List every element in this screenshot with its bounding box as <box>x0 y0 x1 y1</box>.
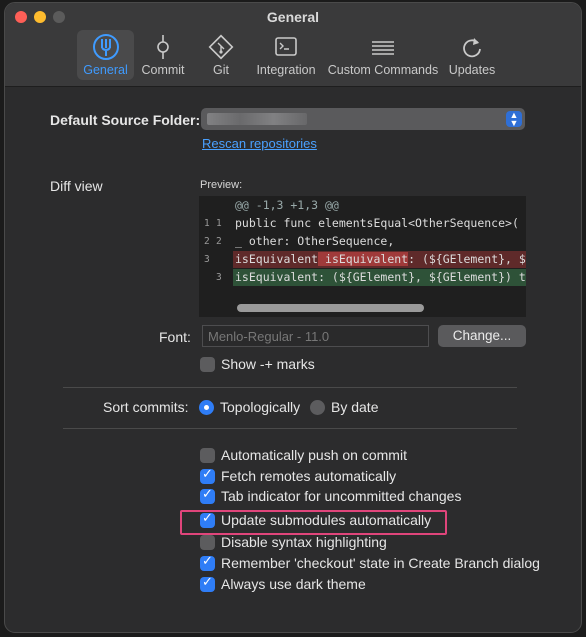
sort-by-date-radio[interactable] <box>310 400 325 415</box>
remember-checkout-label: Remember 'checkout' state in Create Bran… <box>221 555 540 571</box>
auto-push-label: Automatically push on commit <box>221 447 407 463</box>
diff-deleted-suffix: : (${GElement}, $ <box>408 252 526 266</box>
diff-added-line: 3 isEquivalent: (${GElement}, ${GElement… <box>199 269 526 286</box>
diff-deleted-line: 3 isEquivalent isEquivalent: (${GElement… <box>199 251 526 268</box>
new-line-number: 1 <box>216 218 222 229</box>
tab-updates[interactable]: Updates <box>445 30 499 80</box>
old-line-number: 3 <box>204 254 210 265</box>
general-icon <box>77 33 134 61</box>
tab-git-label: Git <box>213 63 229 77</box>
disable-syntax-highlighting-label: Disable syntax highlighting <box>221 534 387 550</box>
source-folder-select[interactable]: ▲ ▼ <box>201 108 525 130</box>
sort-topologically-radio[interactable] <box>199 400 214 415</box>
tab-custom-commands-label: Custom Commands <box>327 63 439 77</box>
change-font-button[interactable]: Change... <box>438 325 526 347</box>
git-icon <box>201 33 241 61</box>
font-field: Menlo-Regular - 11.0 <box>202 325 429 347</box>
old-line-number: 2 <box>204 236 210 247</box>
sort-by-date-label: By date <box>331 399 379 415</box>
rescan-repositories-link[interactable]: Rescan repositories <box>202 136 317 151</box>
disable-syntax-highlighting-checkbox[interactable] <box>200 535 215 550</box>
tab-integration[interactable]: Integration <box>253 30 319 80</box>
diff-view-label: Diff view <box>50 178 103 194</box>
tab-indicator-checkbox[interactable] <box>200 487 215 504</box>
diff-line-text: _ other: OtherSequence, <box>235 234 395 248</box>
source-folder-label: Default Source Folder: <box>50 112 201 128</box>
update-submodules-label: Update submodules automatically <box>221 512 432 528</box>
fetch-remotes-label: Fetch remotes automatically <box>221 468 397 484</box>
diff-added-text: isEquivalent: (${GElement}, ${GElement})… <box>233 269 526 286</box>
old-line-number: 1 <box>204 218 210 229</box>
dark-theme-checkbox[interactable] <box>200 575 215 592</box>
auto-push-checkbox[interactable] <box>200 448 215 463</box>
tab-general[interactable]: General <box>77 30 134 80</box>
sort-commits-label: Sort commits: <box>103 399 189 415</box>
tab-custom-commands[interactable]: Custom Commands <box>327 30 439 80</box>
diff-line-text: public func elementsEqual<OtherSequence>… <box>235 216 519 230</box>
tab-updates-label: Updates <box>448 63 496 77</box>
diff-line: 22 _ other: OtherSequence, <box>199 233 526 250</box>
diff-preview: @@ -1,3 +1,3 @@ 11 public func elementsE… <box>199 196 526 317</box>
font-label: Font: <box>159 329 191 345</box>
diff-hunk-text: @@ -1,3 +1,3 @@ <box>235 198 339 212</box>
list-icon <box>327 33 439 61</box>
show-marks-checkbox[interactable] <box>200 357 215 372</box>
divider <box>63 428 517 429</box>
diff-hunk-line: @@ -1,3 +1,3 @@ <box>199 197 526 214</box>
diff-deleted-text: isEquivalent isEquivalent: (${GElement},… <box>233 251 526 268</box>
preview-label: Preview: <box>200 179 243 191</box>
new-line-number: 2 <box>216 236 222 247</box>
tab-integration-label: Integration <box>256 63 316 77</box>
chevron-updown-icon: ▲ ▼ <box>506 111 522 128</box>
terminal-icon <box>253 33 319 61</box>
show-marks-label: Show -+ marks <box>221 356 315 372</box>
dark-theme-label: Always use dark theme <box>221 576 366 592</box>
tab-general-label: General <box>83 63 128 77</box>
divider <box>63 387 517 388</box>
new-line-number: 3 <box>216 272 222 283</box>
tab-indicator-label: Tab indicator for uncommitted changes <box>221 488 462 504</box>
refresh-icon <box>445 33 499 61</box>
source-folder-value <box>207 113 307 125</box>
window-title: General <box>266 9 320 25</box>
titlebar: General General Commit Git Integration C… <box>5 3 581 87</box>
tab-commit[interactable]: Commit <box>137 30 189 80</box>
diff-deleted-prefix: isEquivalent <box>235 252 319 266</box>
tab-commit-label: Commit <box>141 63 185 77</box>
preview-scrollbar[interactable] <box>237 304 424 312</box>
fetch-remotes-checkbox[interactable] <box>200 467 215 484</box>
tab-git[interactable]: Git <box>201 30 241 80</box>
toolbar-tabs: General Commit Git Integration Custom Co… <box>5 30 581 82</box>
update-submodules-checkbox[interactable] <box>200 511 215 528</box>
sort-topologically-label: Topologically <box>220 399 301 415</box>
preferences-window: General General Commit Git Integration C… <box>4 2 582 633</box>
diff-line: 11 public func elementsEqual<OtherSequen… <box>199 215 526 232</box>
commit-icon <box>137 33 189 61</box>
remember-checkout-checkbox[interactable] <box>200 554 215 571</box>
diff-deleted-highlight: isEquivalent <box>318 252 409 266</box>
